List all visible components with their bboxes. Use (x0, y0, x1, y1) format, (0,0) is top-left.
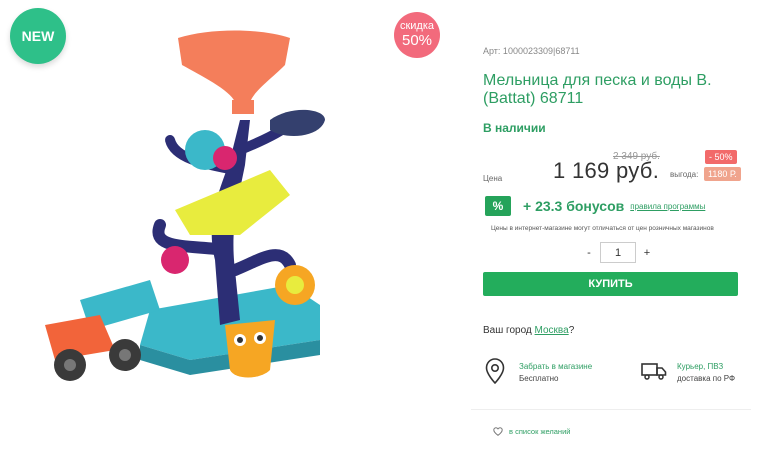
divider (471, 409, 751, 410)
location-pin-icon (485, 358, 505, 384)
product-info-panel: Арт: 1000023309|68711 Мельница для песка… (471, 0, 753, 460)
percent-icon: % (485, 196, 511, 216)
current-price: 1 169 руб. (553, 158, 660, 183)
savings-tag: 1180 Р. (704, 167, 741, 181)
heart-icon (493, 427, 503, 436)
pickup-option-link[interactable]: Забрать в магазине (519, 362, 592, 371)
product-title: Мельница для песка и воды B. (Battat) 68… (483, 72, 712, 108)
quantity-stepper: - + (583, 242, 653, 263)
price-label: Цена (483, 174, 503, 183)
product-image[interactable] (40, 20, 360, 390)
price-disclaimer: Цены в интернет-магазине могут отличатьс… (491, 225, 714, 232)
quantity-input[interactable] (600, 242, 636, 263)
truck-icon (641, 363, 667, 380)
city-prefix: Ваш город (483, 325, 535, 336)
discount-badge-line2: 50% (401, 31, 433, 49)
bonus-rules-link[interactable]: правила программы (630, 202, 705, 211)
product-sku: Арт: 1000023309|68711 (483, 46, 580, 56)
city-suffix: ? (568, 325, 575, 336)
buy-button[interactable]: КУПИТЬ (483, 272, 738, 296)
quantity-increase-button[interactable]: + (641, 247, 653, 259)
city-selector: Ваш город Москва? (483, 325, 574, 336)
bonus-amount: + 23.3 бонусов (523, 198, 625, 214)
courier-option-description: доставка по РФ (677, 374, 736, 383)
savings-label: выгода: (670, 170, 699, 179)
discount-tag: - 50% (705, 150, 737, 164)
wishlist-label: в список желаний (509, 427, 571, 436)
bonus-row: % + 23.3 бонусов правила программы (485, 196, 705, 216)
delivery-options: Забрать в магазине Бесплатно Курьер, ПВЗ… (483, 356, 743, 396)
product-gallery: NEW скидка 50% (0, 0, 470, 460)
pickup-option-price: Бесплатно (519, 374, 559, 383)
city-link[interactable]: Москва (535, 325, 569, 336)
stock-status: В наличии (483, 121, 546, 135)
courier-option-link[interactable]: Курьер, ПВЗ (677, 362, 723, 371)
add-to-wishlist-link[interactable]: в список желаний (493, 427, 570, 436)
discount-badge: скидка 50% (394, 12, 440, 58)
quantity-decrease-button[interactable]: - (583, 247, 595, 259)
